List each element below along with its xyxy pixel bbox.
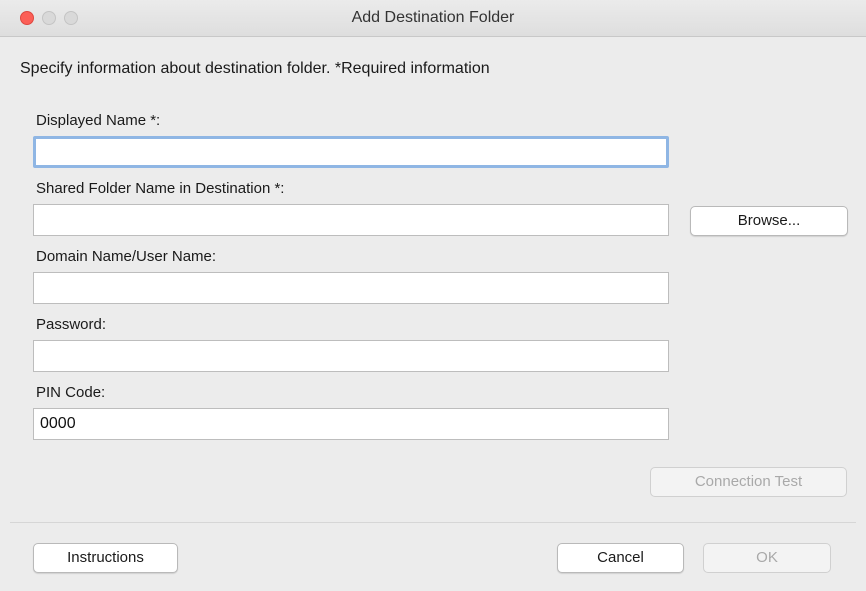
domain-user-label: Domain Name/User Name:	[36, 248, 217, 265]
connection-test-button[interactable]: Connection Test	[650, 467, 847, 497]
footer-divider	[10, 522, 856, 523]
dialog-window: Add Destination Folder Specify informati…	[0, 0, 866, 591]
instruction-text: Specify information about destination fo…	[20, 60, 490, 77]
pin-code-input[interactable]	[33, 408, 669, 440]
domain-user-input[interactable]	[33, 272, 669, 304]
browse-button[interactable]: Browse...	[690, 206, 848, 236]
title-bar: Add Destination Folder	[0, 0, 866, 37]
shared-folder-input[interactable]	[33, 204, 669, 236]
pin-code-label: PIN Code:	[36, 384, 106, 401]
password-input[interactable]	[33, 340, 669, 372]
displayed-name-input[interactable]	[33, 136, 669, 168]
ok-button[interactable]: OK	[703, 543, 831, 573]
shared-folder-label: Shared Folder Name in Destination *:	[36, 180, 285, 197]
displayed-name-label: Displayed Name *:	[36, 112, 161, 129]
password-label: Password:	[36, 316, 107, 333]
window-title: Add Destination Folder	[351, 9, 515, 26]
instructions-button[interactable]: Instructions	[33, 543, 178, 573]
cancel-button[interactable]: Cancel	[557, 543, 684, 573]
